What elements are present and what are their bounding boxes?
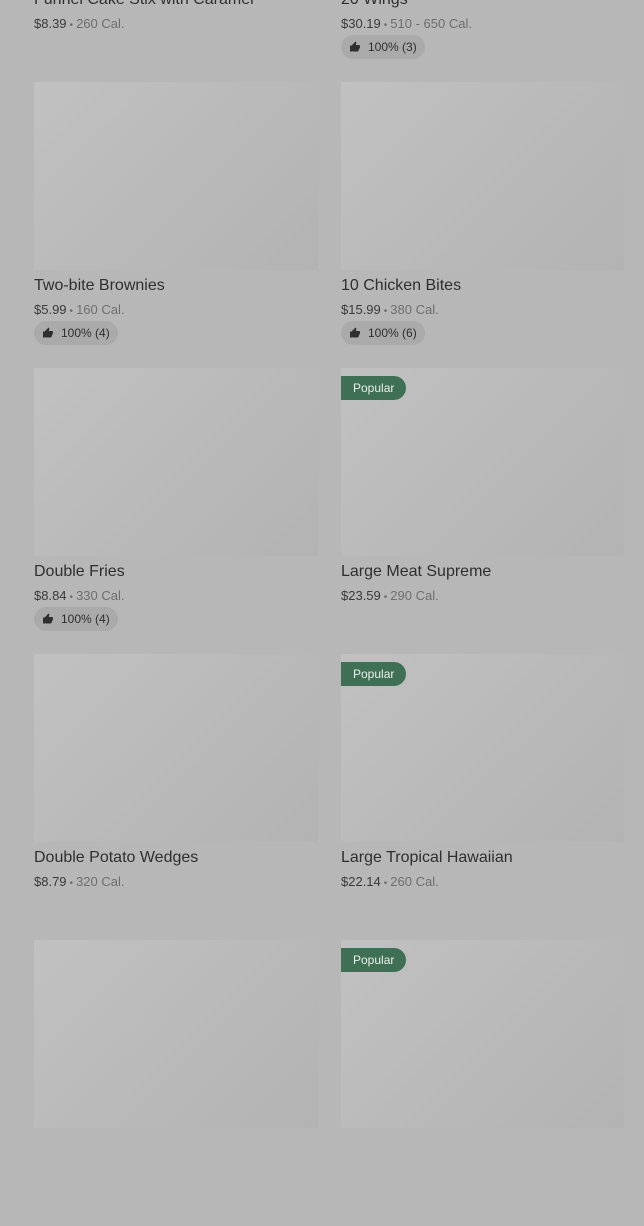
rating-text: 100% (4) (61, 326, 110, 340)
menu-item-calories: 320 Cal. (76, 874, 125, 889)
meta-separator: • (69, 20, 74, 31)
rating-pill: 100% (4) (34, 607, 118, 631)
menu-item-image[interactable] (34, 654, 318, 842)
menu-item-card[interactable]: Double Potato Wedges $8.79 • 320 Cal. (34, 654, 318, 940)
menu-item-name: Large Meat Supreme (341, 563, 492, 580)
thumbs-up-icon (42, 613, 54, 625)
menu-item-meta: $5.99 • 160 Cal. (34, 302, 124, 317)
menu-item-name: Large Tropical Hawaiian (341, 849, 513, 866)
menu-item-card[interactable]: 20 Wings $30.19•510 - 650 Cal. 100% (3) (341, 0, 624, 82)
menu-item-price: $30.19 (341, 16, 381, 31)
menu-item-card[interactable]: Funnel Cake Stix with Caramel $8.39•260 C… (34, 0, 318, 82)
menu-item-name: Funnel Cake Stix with Caramel (34, 0, 254, 9)
meta-separator: • (69, 592, 74, 603)
menu-item-price: $23.59 (341, 588, 381, 603)
menu-item-calories: 260 Cal. (390, 874, 439, 889)
thumbs-up-icon (349, 327, 361, 339)
menu-item-grid: Funnel Cake Stix with Caramel$8.39•260 C… (34, 0, 624, 1226)
meta-separator: • (383, 20, 388, 31)
menu-item-name: Double Potato Wedges (34, 849, 199, 866)
menu-item-card[interactable] (34, 940, 318, 1226)
menu-item-card[interactable]: Popular (341, 940, 624, 1226)
menu-item-image[interactable] (341, 82, 624, 270)
meta-separator: • (383, 592, 388, 603)
menu-item-meta: $15.99 • 380 Cal. (341, 302, 439, 317)
menu-item-price: $8.79 (34, 874, 67, 889)
menu-item-calories: 260 Cal. (76, 16, 125, 31)
menu-item-meta: $30.19 • 510 - 650 Cal. (341, 16, 472, 31)
rating-pill: 100% (3) (341, 35, 425, 59)
menu-item-price: $15.99 (341, 302, 381, 317)
menu-item-price: $8.84 (34, 588, 67, 603)
thumbs-up-icon (42, 327, 54, 339)
rating-text: 100% (4) (61, 612, 110, 626)
menu-item-card[interactable]: Two-bite Brownies $5.99 • 160 Cal. 100% (4) (34, 82, 318, 368)
menu-item-card[interactable]: Popular Large Tropical Hawaiian $22.14 • 260… (341, 654, 624, 940)
menu-item-card[interactable]: Double Fries $8.84 • 330 Cal. 100% (4) (34, 368, 318, 654)
menu-item-meta: $22.14 • 260 Cal. (341, 874, 439, 889)
menu-item-calories: 290 Cal. (390, 588, 439, 603)
menu-item-price: $8.39 (34, 16, 67, 31)
menu-item-meta: $8.39 • 260 Cal. (34, 16, 124, 31)
menu-item-card[interactable]: Popular Large Meat Supreme $23.59 • 290 Cal. (341, 368, 624, 654)
meta-separator: • (69, 306, 74, 317)
menu-item-name: Double Fries (34, 563, 125, 580)
menu-item-price: $5.99 (34, 302, 67, 317)
thumbs-up-icon (349, 41, 361, 53)
menu-item-name: 20 Wings (341, 0, 408, 9)
menu-item-name: 10 Chicken Bites (341, 277, 462, 294)
menu-item-name: Two-bite Brownies (34, 277, 165, 294)
menu-item-meta: $8.79 • 320 Cal. (34, 874, 124, 889)
menu-item-calories: 330 Cal. (76, 588, 125, 603)
rating-text: 100% (6) (368, 326, 417, 340)
rating-pill: 100% (4) (34, 321, 118, 345)
meta-separator: • (69, 878, 74, 889)
popular-badge: Popular (341, 948, 407, 972)
menu-item-image[interactable] (34, 368, 318, 556)
popular-badge: Popular (341, 376, 407, 400)
menu-item-image[interactable] (34, 82, 318, 270)
menu-item-calories: 510 - 650 Cal. (390, 16, 472, 31)
rating-text: 100% (3) (368, 40, 417, 54)
meta-separator: • (383, 306, 388, 317)
menu-item-calories: 380 Cal. (390, 302, 439, 317)
menu-item-meta: $23.59 • 290 Cal. (341, 588, 439, 603)
meta-separator: • (383, 878, 388, 889)
popular-badge: Popular (341, 662, 407, 686)
menu-item-price: $22.14 (341, 874, 381, 889)
rating-pill: 100% (6) (341, 321, 425, 345)
menu-item-card[interactable]: 10 Chicken Bites $15.99 • 380 Cal. 100% (6) (341, 82, 624, 368)
menu-item-calories: 160 Cal. (76, 302, 125, 317)
menu-item-meta: $8.84 • 330 Cal. (34, 588, 124, 603)
